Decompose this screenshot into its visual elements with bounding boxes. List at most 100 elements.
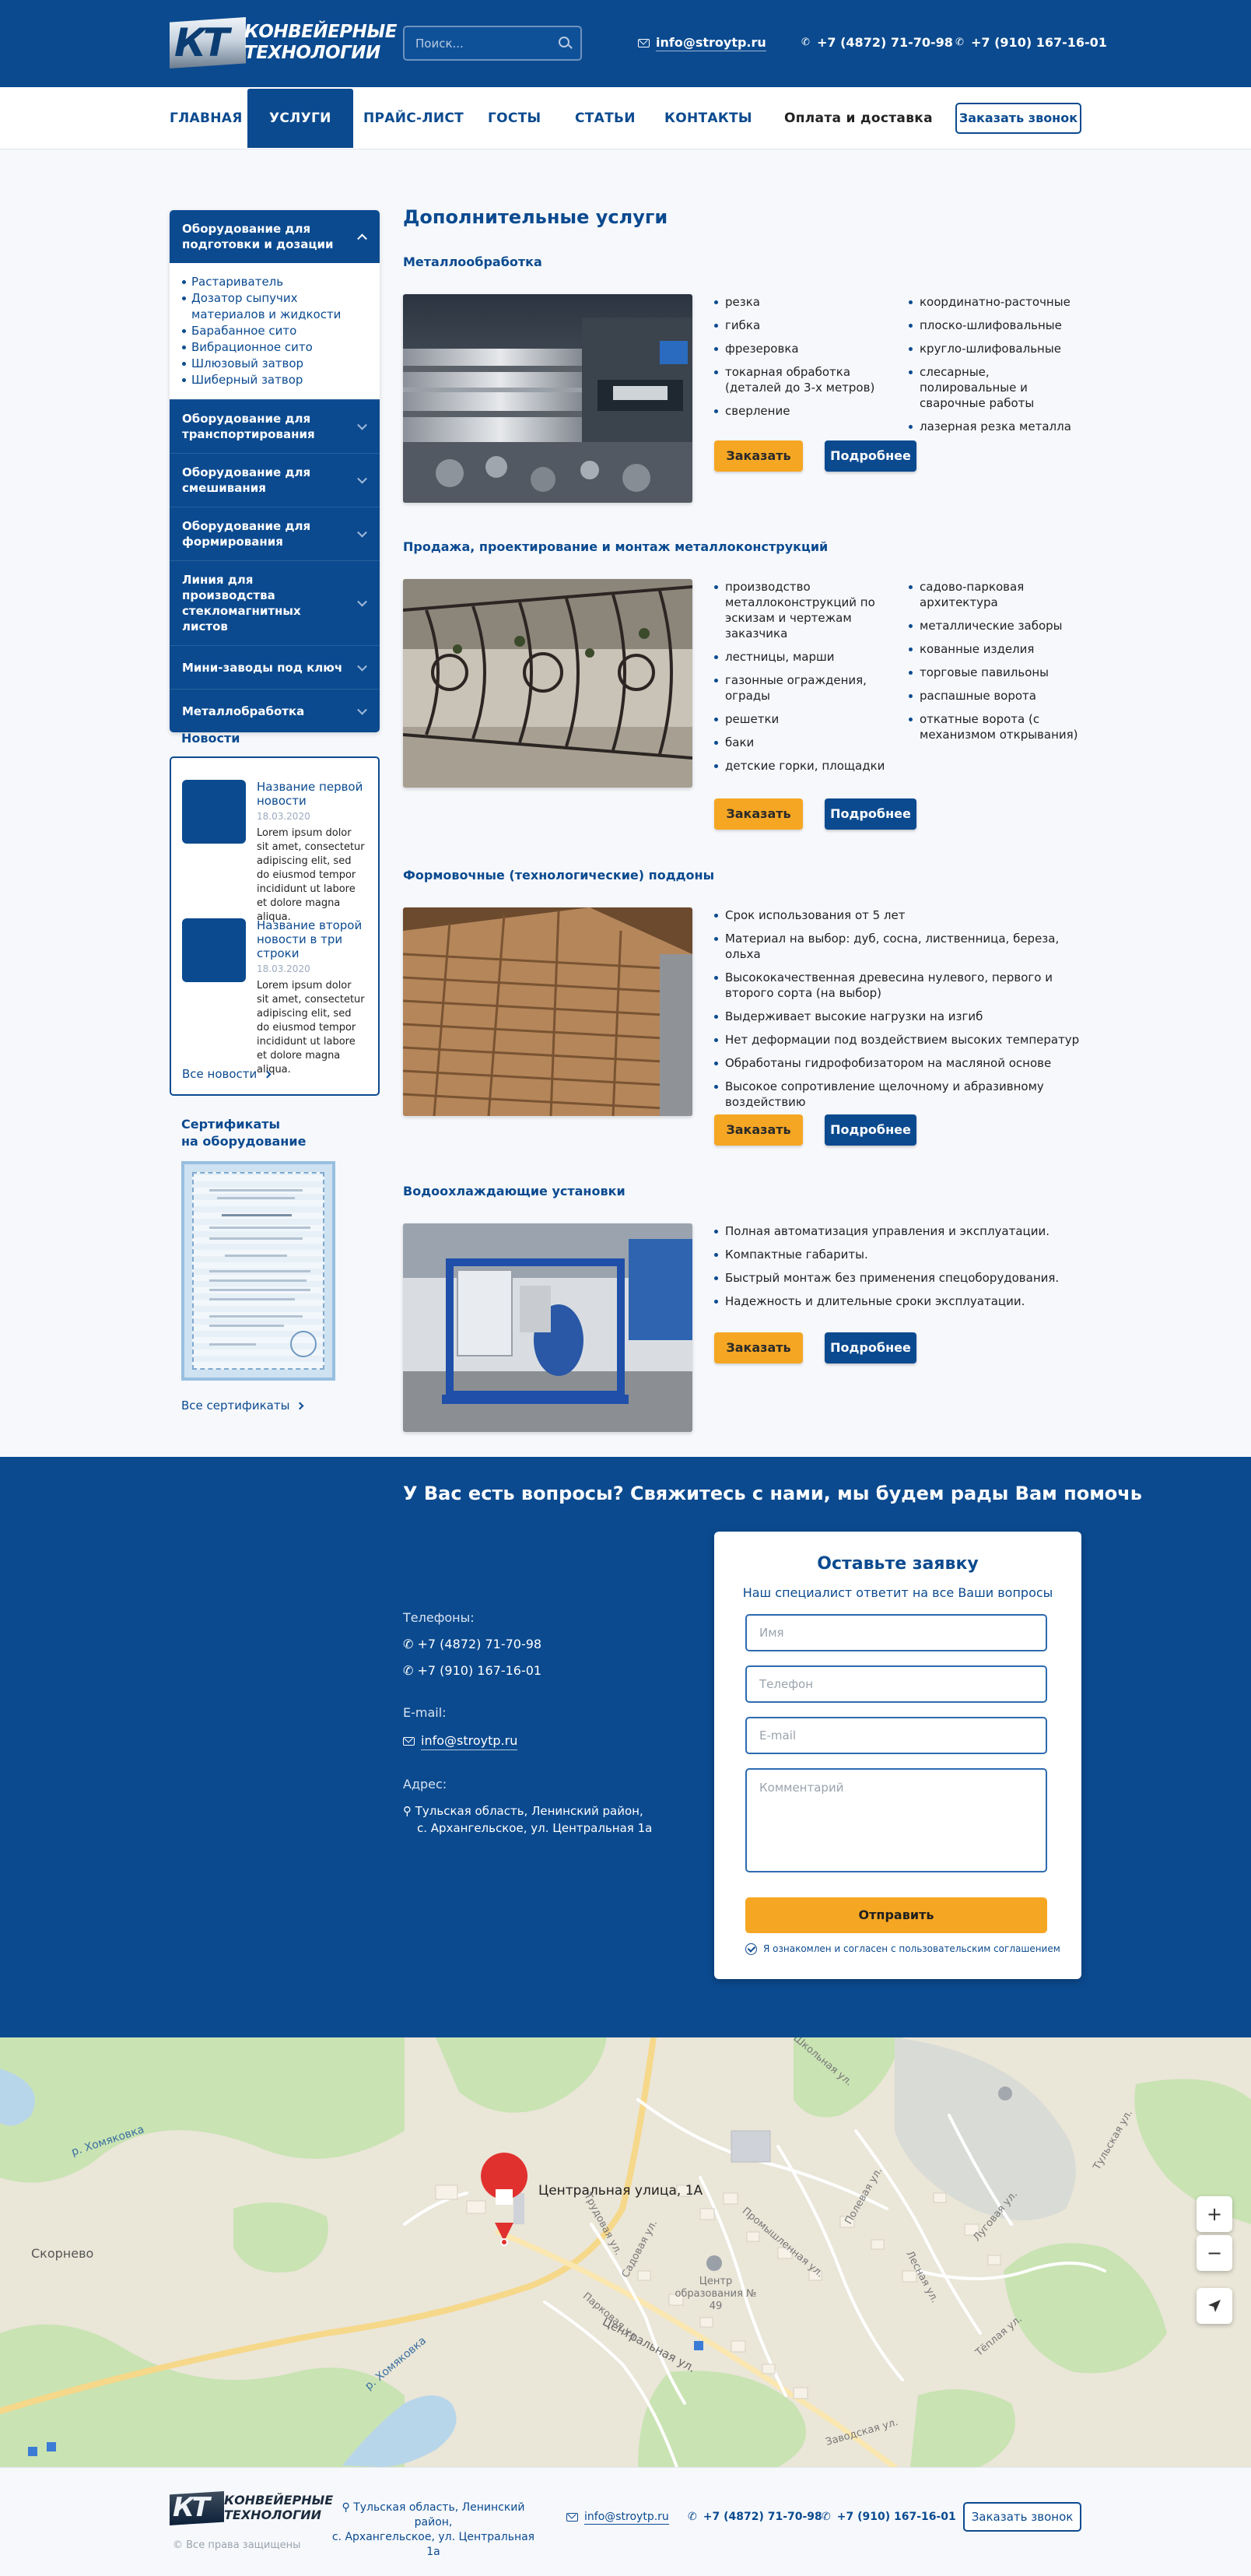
document-line [209,1289,310,1291]
order-button[interactable]: Заказать [714,1332,803,1363]
nav-delivery[interactable]: Оплата и доставка [784,87,933,149]
document-line [209,1325,284,1327]
submenu-item[interactable]: Вибрационное сито [182,339,367,356]
callback-button[interactable]: Заказать звонок [955,103,1081,134]
order-button[interactable]: Заказать [714,798,803,830]
contact-heading: У Вас есть вопросы? Свяжитесь с нами, мы… [403,1483,1142,1504]
footer-phone1-link[interactable]: ✆ +7 (4872) 71-70-98 [688,2510,822,2524]
list-item: сверление [714,403,896,419]
certificate-image[interactable] [181,1161,335,1381]
zoom-out-button[interactable]: − [1197,2235,1232,2271]
feature-list: садово-парковая архитектура металлически… [909,579,1083,750]
news-item: Название второй новости в три строки 18.… [182,918,369,1076]
category-metalworking[interactable]: Металлобработка [170,689,380,732]
order-button[interactable]: Заказать [714,440,803,472]
poi-name-line1: Центр [699,2276,733,2287]
list-item: кованные изделия [909,641,1083,657]
phone-field[interactable] [745,1665,1047,1703]
list-item: слесарные, полировальные и сварочные раб… [909,364,1083,411]
nav-contacts[interactable]: КОНТАКТЫ [664,87,752,149]
header-phone1-link[interactable]: ✆ +7 (4872) 71-70-98 [801,35,953,51]
location-map[interactable]: Центральная улица, 1А Скорнево р. Хомяко… [0,2037,1251,2467]
footer-logo[interactable]: КТ КОНВЕЙЕРНЫЕ ТЕХНОЛОГИИ [170,2490,333,2527]
submit-button[interactable]: Отправить [745,1897,1047,1933]
chevron-down-icon [357,473,367,484]
main-nav: ГЛАВНАЯ УСЛУГИ ПРАЙС-ЛИСТ ГОСТЫ СТАТЬИ К… [0,87,1251,149]
agreement-text[interactable]: Я ознакомлен и согласен с пользовательск… [763,1943,1060,1955]
search-icon[interactable] [559,37,569,47]
category-glass-magnesium-line[interactable]: Линия для производства стекломагнитных л… [170,560,380,645]
details-button[interactable]: Подробнее [825,798,916,830]
category-preparation[interactable]: Оборудование для подготовки и дозации [170,210,380,263]
phone-icon: ✆ [403,1637,418,1651]
nav-home[interactable]: ГЛАВНАЯ [170,87,243,149]
list-item: Срок использования от 5 лет [714,907,1081,923]
all-certificates-link[interactable]: Все сертификаты [181,1398,304,1413]
agreement-checkbox[interactable] [745,1943,757,1955]
submenu-item[interactable]: Растариватель [182,274,367,290]
news-thumbnail[interactable] [182,918,246,982]
footer-email-link[interactable]: info@stroytp.ru [566,2510,669,2525]
list-item: фрезеровка [714,341,896,356]
submenu-item[interactable]: Шиберный затвор [182,372,367,388]
category-label: Оборудование для транспортирования [182,412,315,441]
phone-icon: ✆ [801,37,810,48]
feature-list: Срок использования от 5 лет Материал на … [714,907,1081,1118]
document-line [217,1197,295,1199]
details-button[interactable]: Подробнее [825,440,916,472]
list-item: Высокое сопротивление щелочному и абрази… [714,1079,1081,1110]
submenu-item[interactable]: Дозатор сыпучих материалов и жидкости [182,290,367,323]
submenu-item[interactable]: Шлюзовый затвор [182,356,367,372]
category-forming[interactable]: Оборудование для формирования [170,507,380,560]
category-mini-plants[interactable]: Мини-заводы под ключ [170,645,380,689]
order-button[interactable]: Заказать [714,1114,803,1146]
site-logo[interactable]: КТ КОНВЕЙЕРНЫЕ ТЕХНОЛОГИИ [170,17,397,68]
footer-callback-button[interactable]: Заказать звонок [963,2502,1081,2532]
nav-price-list[interactable]: ПРАЙС-ЛИСТ [363,87,464,149]
news-title-link[interactable]: Название второй новости в три строки [257,918,369,960]
category-label: Оборудование для смешивания [182,465,311,495]
contact-phone2-link[interactable]: ✆ +7 (910) 167-16-01 [403,1662,541,1679]
email-field[interactable] [745,1717,1047,1754]
nav-gosts[interactable]: ГОСТЫ [488,87,541,149]
chevron-down-icon [357,419,367,430]
details-button[interactable]: Подробнее [825,1114,916,1146]
list-item: резка [714,294,896,310]
details-button[interactable]: Подробнее [825,1332,916,1363]
news-excerpt: Lorem ipsum dolor sit amet, consectetur … [257,980,365,1076]
nav-services[interactable]: УСЛУГИ [247,89,353,148]
category-transport[interactable]: Оборудование для транспортирования [170,399,380,453]
news-widget: Название первой новости 18.03.2020 Lorem… [170,756,380,1096]
name-field[interactable] [745,1614,1047,1651]
search-input[interactable] [415,34,555,53]
section-title: Металлообработка [403,254,542,269]
news-date: 18.03.2020 [257,963,310,974]
map-canvas [0,2037,1251,2467]
metal-structures-photo [403,579,692,788]
submenu-item[interactable]: Барабанное сито [182,323,367,339]
header-phone2-link[interactable]: ✆ +7 (910) 167-16-01 [955,35,1107,51]
stamp-seal [290,1331,317,1357]
category-mixing[interactable]: Оборудование для смешивания [170,453,380,507]
footer-phone2-link[interactable]: ✆ +7 (910) 167-16-01 [822,2510,956,2524]
zoom-in-button[interactable]: + [1197,2196,1232,2232]
document-line [225,1255,287,1257]
contact-phone1-link[interactable]: ✆ +7 (4872) 71-70-98 [403,1636,541,1653]
news-title-link[interactable]: Название первой новости [257,780,369,808]
chevron-down-icon [357,661,367,672]
form-title: Оставьте заявку [817,1554,979,1574]
news-thumbnail[interactable] [182,780,246,844]
nav-articles[interactable]: СТАТЬИ [575,87,636,149]
header-email-link[interactable]: info@stroytp.ru [638,35,766,51]
certificates-title-line1: Сертификаты [181,1117,281,1132]
contact-email-link[interactable]: info@stroytp.ru [403,1732,518,1750]
all-news-link[interactable]: Все новости [182,1066,272,1082]
comment-field[interactable] [745,1768,1047,1872]
section-title: Водоохлаждающие установки [403,1184,626,1199]
contact-section: У Вас есть вопросы? Свяжитесь с нами, мы… [0,1457,1251,2037]
list-item: решетки [714,711,896,727]
header-phone2: +7 (910) 167-16-01 [971,35,1107,50]
geolocate-button[interactable] [1197,2288,1232,2324]
feature-list: производство металлоконструкций по эскиз… [714,579,896,781]
footer-email: info@stroytp.ru [584,2511,669,2525]
